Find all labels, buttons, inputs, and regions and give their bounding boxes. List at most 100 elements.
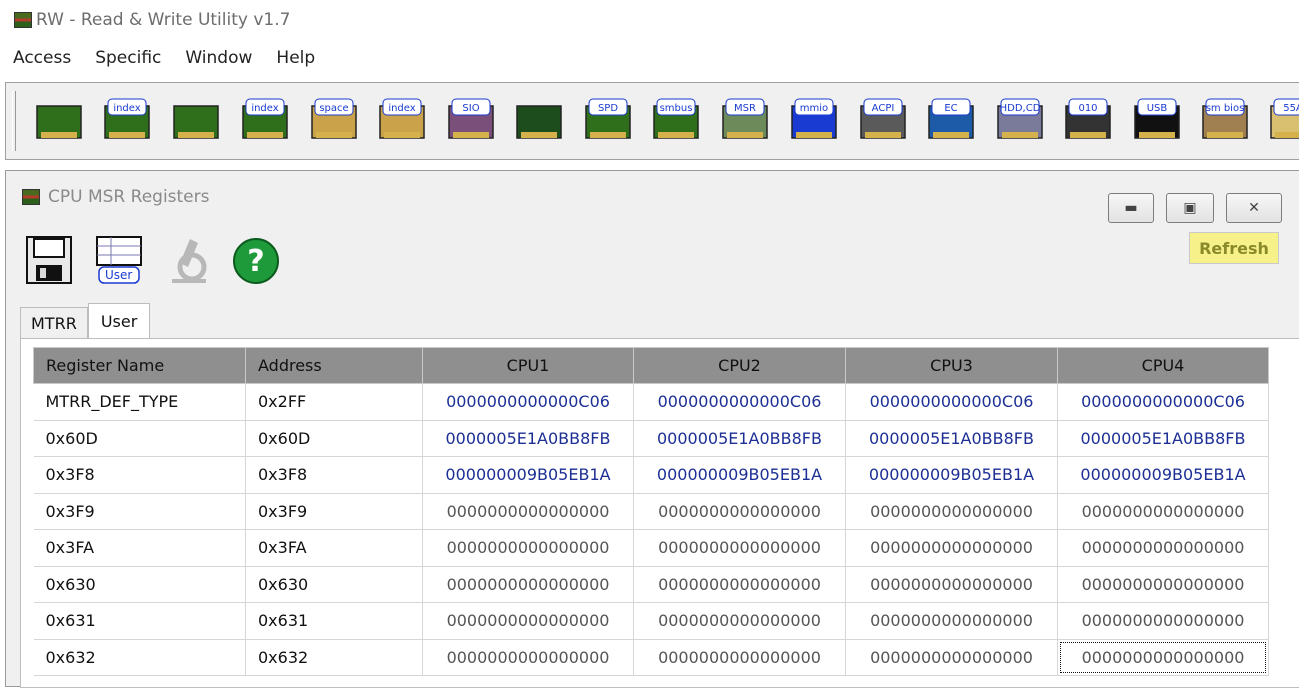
cpu2-value-cell[interactable]: 0000000000000000 bbox=[633, 602, 846, 640]
msr-table: Register Name Address CPU1 CPU2 CPU3 CPU… bbox=[33, 347, 1269, 676]
svg-text:ACPI: ACPI bbox=[872, 103, 895, 114]
table-row[interactable]: MTRR_DEF_TYPE 0x2FF 0000000000000C06 000000… bbox=[33, 383, 1269, 421]
cpu4-value-cell[interactable]: 0000000000000000 bbox=[1057, 566, 1269, 603]
menu-help[interactable]: Help bbox=[276, 48, 315, 68]
cpu1-value-cell[interactable]: 0000000000000000 bbox=[422, 566, 634, 603]
cpu2-value-cell[interactable]: 0000000000000000 bbox=[633, 566, 846, 603]
user-list-button[interactable]: User bbox=[93, 231, 145, 287]
col-cpu1[interactable]: CPU1 bbox=[422, 347, 634, 384]
cpu3-value-cell[interactable]: 0000000000000C06 bbox=[845, 383, 1058, 421]
disk-010-icon: 010 bbox=[1065, 98, 1111, 139]
io-space-button[interactable]: space bbox=[309, 96, 359, 146]
table-row[interactable]: 0x632 0x632 0000000000000000 00000000000000… bbox=[33, 639, 1269, 676]
55aa-button[interactable]: 55A bbox=[1268, 96, 1299, 146]
mmio-button[interactable]: mmio bbox=[789, 96, 839, 146]
table-row[interactable]: 0x3F9 0x3F9 0000000000000000 00000000000000… bbox=[33, 493, 1269, 530]
cpu4-value-cell[interactable]: 0000000000000000 bbox=[1057, 493, 1269, 530]
menu-bar: Access Specific Window Help bbox=[0, 42, 339, 74]
svg-text:space: space bbox=[319, 103, 348, 114]
help-button[interactable]: ? bbox=[230, 231, 282, 287]
wave-button[interactable] bbox=[514, 96, 564, 146]
table-row[interactable]: 0x3FA 0x3FA 0000000000000000 00000000000000… bbox=[33, 529, 1269, 567]
sio-button[interactable]: SIO bbox=[446, 96, 496, 146]
ec-icon: EC bbox=[928, 98, 974, 139]
usb-button[interactable]: USB bbox=[1132, 96, 1182, 146]
cpu3-value-cell[interactable]: 0000005E1A0BB8FB bbox=[845, 420, 1058, 457]
cpu3-value-cell[interactable]: 0000000000000000 bbox=[845, 529, 1058, 567]
minimize-button[interactable]: ▬ bbox=[1108, 193, 1154, 223]
hdd-cd-button[interactable]: HDD,CD bbox=[995, 96, 1045, 146]
cpu2-value-cell[interactable]: 0000000000000C06 bbox=[633, 383, 846, 421]
cpu4-value-cell[interactable]: 000000009B05EB1A bbox=[1057, 456, 1269, 494]
table-row[interactable]: 0x60D 0x60D 0000005E1A0BB8FB 0000005E1A0BB8… bbox=[33, 420, 1269, 457]
cpu4-value-cell[interactable]: 0000000000000000 bbox=[1057, 602, 1269, 640]
col-cpu3[interactable]: CPU3 bbox=[845, 347, 1058, 384]
cpu1-value-cell[interactable]: 0000005E1A0BB8FB bbox=[422, 420, 634, 457]
register-name-cell: 0x60D bbox=[33, 420, 246, 457]
app-title: RW - Read & Write Utility v1.7 bbox=[36, 10, 291, 30]
spd-button[interactable]: SPD bbox=[583, 96, 633, 146]
table-row[interactable]: 0x631 0x631 0000000000000000 00000000000000… bbox=[33, 602, 1269, 640]
cpu2-value-cell[interactable]: 0000005E1A0BB8FB bbox=[633, 420, 846, 457]
cpu1-value-cell[interactable]: 0000000000000000 bbox=[422, 529, 634, 567]
table-row[interactable]: 0x3F8 0x3F8 000000009B05EB1A 000000009B05EB… bbox=[33, 456, 1269, 494]
svg-text:?: ? bbox=[247, 244, 264, 279]
cpu1-value-cell[interactable]: 0000000000000000 bbox=[422, 493, 634, 530]
cpu3-value-cell[interactable]: 000000009B05EB1A bbox=[845, 456, 1058, 494]
cpu3-value-cell[interactable]: 0000000000000000 bbox=[845, 493, 1058, 530]
disk-010-button[interactable]: 010 bbox=[1063, 96, 1113, 146]
smbus-icon: smbus bbox=[653, 98, 699, 139]
memory-button[interactable] bbox=[171, 96, 221, 146]
smbios-button[interactable]: sm bios bbox=[1200, 96, 1250, 146]
smbus-button[interactable]: smbus bbox=[651, 96, 701, 146]
msr-button[interactable]: MSR bbox=[720, 96, 770, 146]
save-button[interactable] bbox=[24, 231, 76, 287]
cpu4-value-cell[interactable]: 0000005E1A0BB8FB bbox=[1057, 420, 1269, 457]
svg-text:index: index bbox=[113, 103, 140, 114]
cpu2-value-cell[interactable]: 000000009B05EB1A bbox=[633, 456, 846, 494]
maximize-button[interactable]: ▣ bbox=[1166, 193, 1214, 223]
col-address[interactable]: Address bbox=[245, 347, 423, 384]
col-cpu4[interactable]: CPU4 bbox=[1057, 347, 1269, 384]
cpu1-value-cell[interactable]: 000000009B05EB1A bbox=[422, 456, 634, 494]
cpu1-value-cell[interactable]: 0000000000000C06 bbox=[422, 383, 634, 421]
refresh-button[interactable]: Refresh bbox=[1189, 232, 1279, 264]
cpu2-value-cell[interactable]: 0000000000000000 bbox=[633, 493, 846, 530]
cpu3-value-cell[interactable]: 0000000000000000 bbox=[845, 639, 1058, 676]
cpu1-value-cell[interactable]: 0000000000000000 bbox=[422, 639, 634, 676]
cpu4-value-cell[interactable]: 0000000000000C06 bbox=[1057, 383, 1269, 421]
hdd-cd-icon: HDD,CD bbox=[997, 98, 1043, 139]
toolbar-grip[interactable] bbox=[12, 91, 16, 151]
col-cpu2[interactable]: CPU2 bbox=[633, 347, 846, 384]
cpu2-value-cell[interactable]: 0000000000000000 bbox=[633, 639, 846, 676]
address-cell: 0x631 bbox=[245, 602, 423, 640]
io-space-icon: space bbox=[311, 98, 357, 139]
col-register-name[interactable]: Register Name bbox=[33, 347, 246, 384]
cpu3-value-cell[interactable]: 0000000000000000 bbox=[845, 602, 1058, 640]
tab-mtrr[interactable]: MTRR bbox=[20, 307, 88, 339]
cpu1-value-cell[interactable]: 0000000000000000 bbox=[422, 602, 634, 640]
pci-button[interactable] bbox=[34, 96, 84, 146]
acpi-button[interactable]: ACPI bbox=[858, 96, 908, 146]
svg-text:SPD: SPD bbox=[598, 103, 618, 114]
register-name-cell: 0x3FA bbox=[33, 529, 246, 567]
cpu4-value-cell[interactable]: 0000000000000000 bbox=[1057, 529, 1269, 567]
svg-text:index: index bbox=[251, 103, 278, 114]
menu-specific[interactable]: Specific bbox=[95, 48, 161, 68]
cpu4-value-cell[interactable]: 0000000000000000 bbox=[1057, 639, 1269, 676]
pci-index-button[interactable]: index bbox=[102, 96, 152, 146]
probe-button[interactable] bbox=[162, 231, 214, 287]
cpu2-value-cell[interactable]: 0000000000000000 bbox=[633, 529, 846, 567]
register-name-cell: 0x3F8 bbox=[33, 456, 246, 494]
ec-button[interactable]: EC bbox=[926, 96, 976, 146]
table-row[interactable]: 0x630 0x630 0000000000000000 00000000000000… bbox=[33, 566, 1269, 603]
tab-strip: MTRR User bbox=[20, 301, 151, 339]
menu-window[interactable]: Window bbox=[185, 48, 252, 68]
menu-access[interactable]: Access bbox=[13, 48, 71, 68]
tab-user[interactable]: User bbox=[87, 303, 151, 339]
close-button[interactable]: ✕ bbox=[1226, 193, 1282, 223]
memory-index-icon: index bbox=[242, 98, 288, 139]
cpu3-value-cell[interactable]: 0000000000000000 bbox=[845, 566, 1058, 603]
memory-index-button[interactable]: index bbox=[240, 96, 290, 146]
io-index-button[interactable]: index bbox=[377, 96, 427, 146]
